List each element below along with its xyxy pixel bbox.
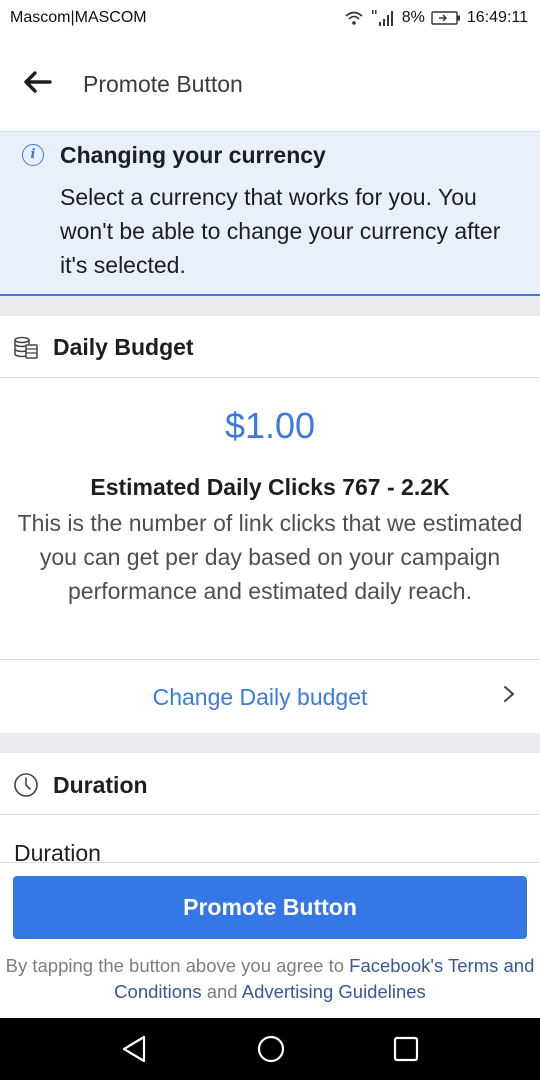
wifi-icon <box>344 10 364 26</box>
terms-text: By tapping the button above you agree to… <box>0 953 540 1005</box>
nav-back-icon[interactable] <box>120 1034 148 1069</box>
change-daily-budget-row[interactable]: Change Daily budget <box>0 659 540 734</box>
battery-icon <box>431 10 461 26</box>
clock-time: 16:49:11 <box>466 9 528 26</box>
duration-title: Duration <box>53 772 148 798</box>
nav-home-icon[interactable] <box>256 1034 286 1069</box>
currency-notice-banner: i Changing your currency Select a curren… <box>0 131 540 297</box>
terms-and: and <box>201 981 242 1002</box>
promote-button[interactable]: Promote Button <box>13 876 527 939</box>
status-icons: 8% 16:49:11 <box>344 9 528 27</box>
daily-budget-title: Daily Budget <box>53 334 194 360</box>
coins-icon <box>13 336 39 365</box>
estimated-clicks-title: Estimated Daily Clicks 767 - 2.2K <box>90 474 450 500</box>
signal-icon <box>370 9 396 27</box>
notice-title: Changing your currency <box>60 142 326 168</box>
battery-percent: 8% <box>401 9 425 26</box>
section-divider <box>0 733 540 753</box>
estimated-clicks-description: This is the number of link clicks that w… <box>17 510 523 604</box>
status-bar: Mascom|MASCOM 8% 16:49:11 <box>0 0 540 38</box>
clock-icon <box>13 772 39 803</box>
info-icon: i <box>22 144 44 166</box>
chevron-right-icon <box>502 684 516 710</box>
promote-footer: Promote Button By tapping the button abo… <box>0 862 540 1019</box>
carrier-name: Mascom|MASCOM <box>10 9 147 26</box>
section-divider <box>0 296 540 316</box>
duration-header: Duration <box>0 753 540 815</box>
change-daily-budget-link[interactable]: Change Daily budget <box>0 684 520 711</box>
app-header: Promote Button <box>0 38 540 130</box>
terms-prefix: By tapping the button above you agree to <box>5 955 350 976</box>
back-arrow-icon[interactable] <box>22 70 58 100</box>
system-nav-bar <box>0 1018 540 1080</box>
daily-budget-header: Daily Budget <box>0 316 540 378</box>
page-title: Promote Button <box>83 71 243 97</box>
advertising-guidelines-link[interactable]: Advertising Guidelines <box>242 981 426 1002</box>
budget-amount: $1.00 <box>224 405 316 446</box>
notice-text: Select a currency that works for you. Yo… <box>60 184 501 278</box>
nav-recent-apps-icon[interactable] <box>393 1036 419 1067</box>
